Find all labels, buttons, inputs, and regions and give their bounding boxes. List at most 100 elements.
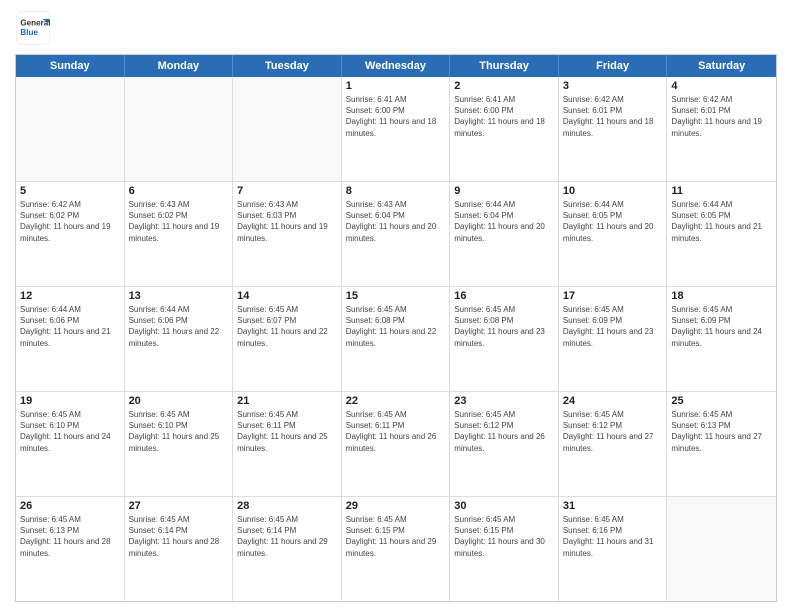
cal-cell: 6 Sunrise: 6:43 AMSunset: 6:02 PMDaylight… (125, 182, 234, 286)
header-cell-monday: Monday (125, 55, 234, 77)
cal-cell: 31 Sunrise: 6:45 AMSunset: 6:16 PMDayligh… (559, 497, 668, 601)
day-number: 1 (346, 80, 446, 92)
cal-cell: 27 Sunrise: 6:45 AMSunset: 6:14 PMDayligh… (125, 497, 234, 601)
cal-cell: 22 Sunrise: 6:45 AMSunset: 6:11 PMDayligh… (342, 392, 451, 496)
day-number: 24 (563, 395, 663, 407)
cal-cell: 15 Sunrise: 6:45 AMSunset: 6:08 PMDayligh… (342, 287, 451, 391)
cal-cell: 11Sunrise: 6:44 AMSunset: 6:05 PMDayligh… (667, 182, 776, 286)
day-number: 8 (346, 185, 446, 197)
cal-cell: 12 Sunrise: 6:44 AMSunset: 6:06 PMDayligh… (16, 287, 125, 391)
day-info: Sunrise: 6:45 AMSunset: 6:11 PMDaylight:… (346, 409, 446, 454)
cal-cell: 28 Sunrise: 6:45 AMSunset: 6:14 PMDayligh… (233, 497, 342, 601)
cal-cell: 24 Sunrise: 6:45 AMSunset: 6:12 PMDayligh… (559, 392, 668, 496)
cal-cell: 13 Sunrise: 6:44 AMSunset: 6:06 PMDayligh… (125, 287, 234, 391)
day-number: 30 (454, 500, 554, 512)
day-number: 22 (346, 395, 446, 407)
day-number: 3 (563, 80, 663, 92)
cal-cell: 2 Sunrise: 6:41 AMSunset: 6:00 PMDaylight… (450, 77, 559, 181)
week-row-2: 12 Sunrise: 6:44 AMSunset: 6:06 PMDayligh… (16, 287, 776, 392)
day-number: 21 (237, 395, 337, 407)
cal-cell (125, 77, 234, 181)
header-cell-sunday: Sunday (16, 55, 125, 77)
day-number: 14 (237, 290, 337, 302)
logo-icon: General Blue (15, 10, 51, 46)
day-info: Sunrise: 6:45 AMSunset: 6:15 PMDaylight:… (454, 514, 554, 559)
day-info: Sunrise: 6:42 AMSunset: 6:01 PMDaylight:… (563, 94, 663, 139)
cal-cell: 4 Sunrise: 6:42 AMSunset: 6:01 PMDaylight… (667, 77, 776, 181)
day-info: Sunrise: 6:41 AMSunset: 6:00 PMDaylight:… (454, 94, 554, 139)
header-cell-wednesday: Wednesday (342, 55, 451, 77)
calendar-body: 1 Sunrise: 6:41 AMSunset: 6:00 PMDaylight… (16, 77, 776, 601)
day-info: Sunrise: 6:45 AMSunset: 6:13 PMDaylight:… (20, 514, 120, 559)
day-info: Sunrise: 6:45 AMSunset: 6:10 PMDaylight:… (20, 409, 120, 454)
day-number: 19 (20, 395, 120, 407)
day-info: Sunrise: 6:45 AMSunset: 6:14 PMDaylight:… (129, 514, 229, 559)
day-info: Sunrise: 6:41 AMSunset: 6:00 PMDaylight:… (346, 94, 446, 139)
week-row-1: 5Sunrise: 6:42 AMSunset: 6:02 PMDaylight… (16, 182, 776, 287)
cal-cell: 25Sunrise: 6:45 AMSunset: 6:13 PMDayligh… (667, 392, 776, 496)
day-number: 10 (563, 185, 663, 197)
cal-cell: 20Sunrise: 6:45 AMSunset: 6:10 PMDayligh… (125, 392, 234, 496)
day-number: 26 (20, 500, 120, 512)
day-info: Sunrise: 6:42 AMSunset: 6:01 PMDaylight:… (671, 94, 772, 139)
day-info: Sunrise: 6:43 AMSunset: 6:04 PMDaylight:… (346, 199, 446, 244)
day-number: 27 (129, 500, 229, 512)
day-info: Sunrise: 6:45 AMSunset: 6:09 PMDaylight:… (671, 304, 772, 349)
day-info: Sunrise: 6:45 AMSunset: 6:09 PMDaylight:… (563, 304, 663, 349)
cal-cell: 5Sunrise: 6:42 AMSunset: 6:02 PMDaylight… (16, 182, 125, 286)
day-info: Sunrise: 6:44 AMSunset: 6:06 PMDaylight:… (129, 304, 229, 349)
day-number: 4 (671, 80, 772, 92)
day-info: Sunrise: 6:45 AMSunset: 6:08 PMDaylight:… (346, 304, 446, 349)
day-info: Sunrise: 6:45 AMSunset: 6:08 PMDaylight:… (454, 304, 554, 349)
cal-cell: 29 Sunrise: 6:45 AMSunset: 6:15 PMDayligh… (342, 497, 451, 601)
day-number: 15 (346, 290, 446, 302)
cal-cell: 7 Sunrise: 6:43 AMSunset: 6:03 PMDaylight… (233, 182, 342, 286)
header-cell-friday: Friday (559, 55, 668, 77)
day-number: 17 (563, 290, 663, 302)
cal-cell: 21 Sunrise: 6:45 AMSunset: 6:11 PMDayligh… (233, 392, 342, 496)
day-number: 5 (20, 185, 120, 197)
cal-cell: 17 Sunrise: 6:45 AMSunset: 6:09 PMDayligh… (559, 287, 668, 391)
page: General Blue SundayMondayTuesdayWednesda… (0, 0, 792, 612)
cal-cell: 3 Sunrise: 6:42 AMSunset: 6:01 PMDaylight… (559, 77, 668, 181)
cal-cell: 18 Sunrise: 6:45 AMSunset: 6:09 PMDayligh… (667, 287, 776, 391)
day-number: 11 (671, 185, 772, 197)
cal-cell: 19 Sunrise: 6:45 AMSunset: 6:10 PMDayligh… (16, 392, 125, 496)
day-number: 23 (454, 395, 554, 407)
day-info: Sunrise: 6:44 AMSunset: 6:06 PMDaylight:… (20, 304, 120, 349)
cal-cell: 23Sunrise: 6:45 AMSunset: 6:12 PMDayligh… (450, 392, 559, 496)
day-number: 31 (563, 500, 663, 512)
day-number: 16 (454, 290, 554, 302)
cal-cell: 10Sunrise: 6:44 AMSunset: 6:05 PMDayligh… (559, 182, 668, 286)
cal-cell (16, 77, 125, 181)
day-info: Sunrise: 6:45 AMSunset: 6:16 PMDaylight:… (563, 514, 663, 559)
day-info: Sunrise: 6:45 AMSunset: 6:14 PMDaylight:… (237, 514, 337, 559)
calendar-header: SundayMondayTuesdayWednesdayThursdayFrid… (16, 55, 776, 77)
day-number: 6 (129, 185, 229, 197)
day-info: Sunrise: 6:45 AMSunset: 6:11 PMDaylight:… (237, 409, 337, 454)
calendar: SundayMondayTuesdayWednesdayThursdayFrid… (15, 54, 777, 602)
day-number: 12 (20, 290, 120, 302)
day-number: 29 (346, 500, 446, 512)
day-number: 7 (237, 185, 337, 197)
day-info: Sunrise: 6:45 AMSunset: 6:07 PMDaylight:… (237, 304, 337, 349)
day-info: Sunrise: 6:45 AMSunset: 6:15 PMDaylight:… (346, 514, 446, 559)
cal-cell: 14 Sunrise: 6:45 AMSunset: 6:07 PMDayligh… (233, 287, 342, 391)
cal-cell: 30 Sunrise: 6:45 AMSunset: 6:15 PMDayligh… (450, 497, 559, 601)
day-info: Sunrise: 6:45 AMSunset: 6:12 PMDaylight:… (563, 409, 663, 454)
cal-cell: 8 Sunrise: 6:43 AMSunset: 6:04 PMDaylight… (342, 182, 451, 286)
day-info: Sunrise: 6:43 AMSunset: 6:02 PMDaylight:… (129, 199, 229, 244)
day-number: 25 (671, 395, 772, 407)
day-info: Sunrise: 6:43 AMSunset: 6:03 PMDaylight:… (237, 199, 337, 244)
header-cell-saturday: Saturday (667, 55, 776, 77)
cal-cell: 9Sunrise: 6:44 AMSunset: 6:04 PMDaylight… (450, 182, 559, 286)
day-number: 18 (671, 290, 772, 302)
cal-cell: 1 Sunrise: 6:41 AMSunset: 6:00 PMDaylight… (342, 77, 451, 181)
header: General Blue (15, 10, 777, 46)
day-number: 13 (129, 290, 229, 302)
day-number: 28 (237, 500, 337, 512)
day-number: 20 (129, 395, 229, 407)
day-number: 2 (454, 80, 554, 92)
cal-cell (667, 497, 776, 601)
svg-text:Blue: Blue (20, 28, 38, 37)
